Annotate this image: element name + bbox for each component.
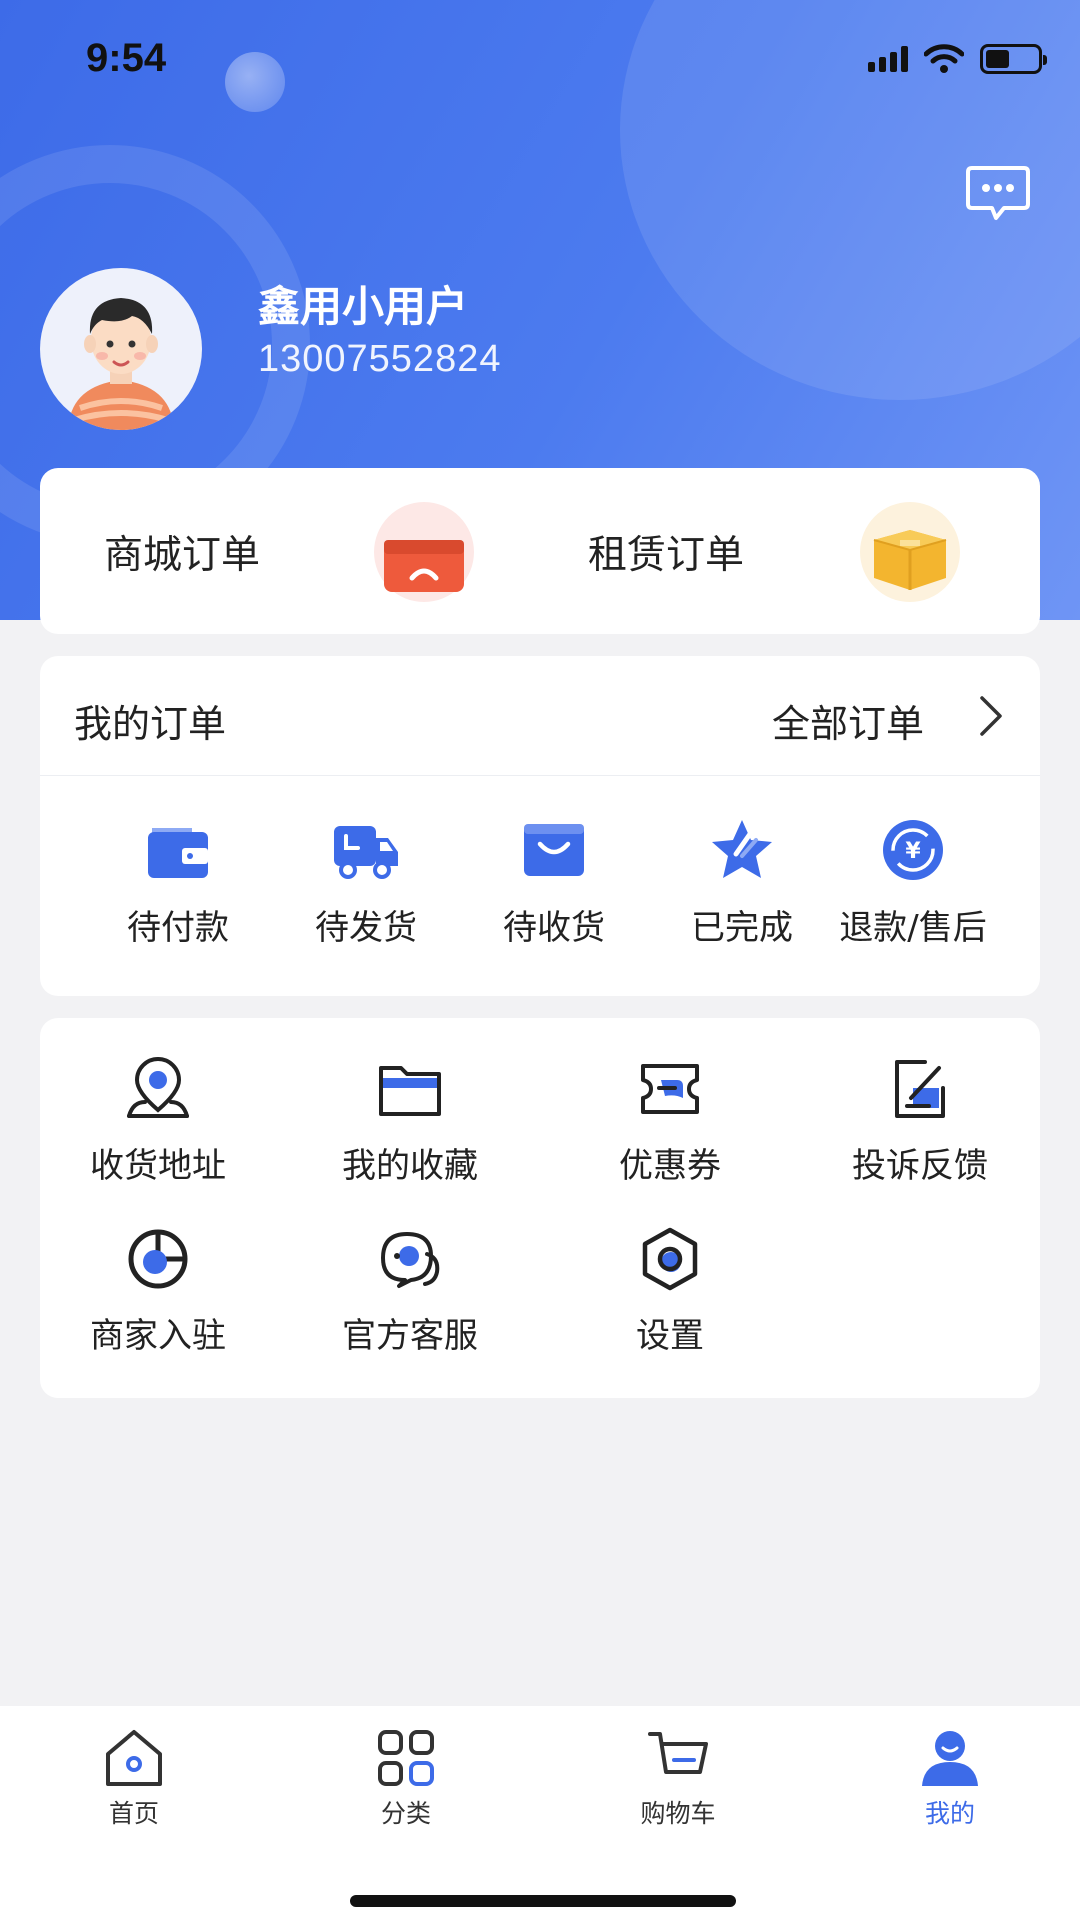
service-label: 我的收藏 <box>342 1146 478 1186</box>
mall-order-entry[interactable]: 商城订单 <box>40 468 540 634</box>
lease-order-icon <box>860 502 960 602</box>
signal-icon <box>868 46 908 72</box>
tab-home[interactable]: 首页 <box>34 1726 234 1830</box>
svg-text:¥: ¥ <box>905 839 921 864</box>
order-status-label: 待付款 <box>127 908 229 948</box>
service-favorites[interactable]: 我的收藏 <box>300 1054 520 1187</box>
order-status-label: 退款/售后 <box>839 908 987 948</box>
order-type-card: 商城订单 租赁订单 <box>40 468 1040 634</box>
tab-profile[interactable]: 我的 <box>850 1726 1050 1830</box>
service-label: 商家入驻 <box>90 1316 226 1356</box>
feedback-icon <box>895 1060 945 1118</box>
services-card: 收货地址 我的收藏 优惠券 投诉反馈 商家入驻 官方客服 设置 <box>40 1018 1040 1398</box>
home-indicator <box>350 1895 736 1907</box>
folder-icon <box>379 1066 441 1116</box>
service-customer-support[interactable]: 官方客服 <box>300 1224 520 1357</box>
settings-icon <box>642 1227 698 1291</box>
customer-service-icon <box>381 1232 440 1288</box>
service-address[interactable]: 收货地址 <box>48 1054 268 1187</box>
order-status-label: 待发货 <box>315 908 417 948</box>
tab-cart[interactable]: 购物车 <box>578 1726 778 1830</box>
tab-category[interactable]: 分类 <box>306 1726 506 1830</box>
service-merchant[interactable]: 商家入驻 <box>48 1224 268 1357</box>
battery-icon <box>980 44 1047 74</box>
order-status-pending-receipt[interactable]: 待收货 <box>454 814 654 949</box>
message-icon[interactable] <box>966 164 1030 224</box>
tab-label: 购物车 <box>640 1799 716 1828</box>
lease-order-label: 租赁订单 <box>588 533 745 578</box>
order-status-completed[interactable]: 已完成 <box>642 814 842 949</box>
service-label: 收货地址 <box>90 1146 226 1186</box>
wallet-icon <box>148 828 208 878</box>
tab-label: 我的 <box>924 1799 975 1828</box>
user-name: 鑫用小用户 <box>258 282 469 331</box>
order-status-label: 已完成 <box>691 908 793 948</box>
my-orders-header: 我的订单 全部订单 <box>40 656 1040 776</box>
my-orders-title: 我的订单 <box>74 702 227 746</box>
wifi-icon <box>924 44 964 73</box>
status-time: 9:54 <box>86 36 167 80</box>
cart-icon <box>648 1732 708 1774</box>
service-label: 投诉反馈 <box>852 1146 988 1186</box>
order-status-pending-shipment[interactable]: 待发货 <box>266 814 466 949</box>
merchant-icon <box>128 1229 188 1289</box>
order-status-refund[interactable]: ¥ 退款/售后 <box>818 814 1008 949</box>
lease-order-entry[interactable]: 租赁订单 <box>540 468 1040 634</box>
status-icons <box>868 44 1047 74</box>
my-orders-card: 我的订单 全部订单 待付款 待发货 待收货 已完成 ¥ 退款/售后 <box>40 656 1040 996</box>
avatar[interactable] <box>40 268 202 430</box>
avatar-illustration <box>68 298 174 430</box>
chevron-right-icon[interactable] <box>970 694 1010 738</box>
user-phone: 13007552824 <box>258 338 502 380</box>
tab-label: 首页 <box>108 1799 159 1828</box>
bottom-tab-bar: 首页 分类 购物车 我的 <box>0 1706 1080 1920</box>
service-label: 官方客服 <box>342 1316 478 1356</box>
mall-order-icon <box>374 502 474 602</box>
refund-icon: ¥ <box>883 820 943 880</box>
service-feedback[interactable]: 投诉反馈 <box>810 1054 1030 1187</box>
location-icon <box>127 1057 189 1118</box>
service-label: 优惠券 <box>619 1146 721 1186</box>
order-status-pending-payment[interactable]: 待付款 <box>78 814 278 949</box>
coupon-icon <box>641 1064 699 1114</box>
decorative-dot <box>225 52 285 112</box>
all-orders-link[interactable]: 全部订单 <box>772 693 924 748</box>
mall-order-label: 商城订单 <box>104 533 261 578</box>
service-settings[interactable]: 设置 <box>560 1224 780 1357</box>
order-status-label: 待收货 <box>503 908 605 948</box>
service-coupons[interactable]: 优惠券 <box>560 1054 780 1187</box>
category-icon <box>378 1730 434 1786</box>
truck-icon <box>334 826 398 879</box>
shopping-bag-icon <box>524 824 584 876</box>
service-label: 设置 <box>636 1316 704 1356</box>
star-check-icon <box>712 820 772 878</box>
home-icon <box>106 1730 162 1786</box>
tab-label: 分类 <box>380 1799 431 1828</box>
profile-icon <box>922 1731 978 1786</box>
